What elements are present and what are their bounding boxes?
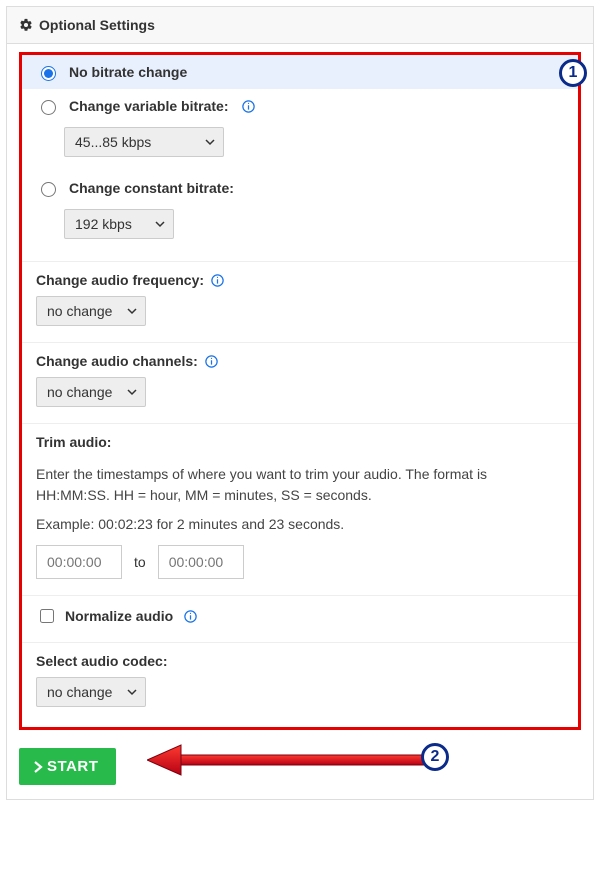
codec-select[interactable]: no change: [36, 677, 146, 707]
frequency-value: no change: [47, 303, 112, 319]
frequency-label: Change audio frequency:: [36, 272, 204, 288]
chevron-down-icon: [127, 306, 137, 316]
start-button-label: START: [47, 758, 98, 775]
normalize-label: Normalize audio: [65, 608, 173, 624]
normalize-checkbox[interactable]: [40, 609, 54, 623]
codec-label: Select audio codec:: [36, 653, 167, 669]
panel-header[interactable]: Optional Settings: [7, 7, 593, 44]
trim-to-input[interactable]: [158, 545, 244, 579]
frequency-select[interactable]: no change: [36, 296, 146, 326]
bitrate-variable-value: 45...85 kbps: [75, 134, 151, 150]
bitrate-constant-radio[interactable]: [41, 182, 56, 197]
bitrate-constant-label: Change constant bitrate:: [69, 180, 234, 196]
channels-label: Change audio channels:: [36, 353, 198, 369]
bitrate-variable-row[interactable]: Change variable bitrate:: [22, 89, 578, 123]
annotation-badge-2: 2: [421, 743, 449, 771]
channels-select[interactable]: no change: [36, 377, 146, 407]
start-button[interactable]: START: [19, 748, 116, 785]
chevron-down-icon: [127, 687, 137, 697]
trim-to-label: to: [134, 554, 146, 570]
chevron-down-icon: [127, 387, 137, 397]
bitrate-variable-radio[interactable]: [41, 100, 56, 115]
channels-value: no change: [47, 384, 112, 400]
chevron-down-icon: [155, 219, 165, 229]
chevron-down-icon: [205, 137, 215, 147]
bitrate-constant-select[interactable]: 192 kbps: [64, 209, 174, 239]
annotation-badge-1: 1: [559, 59, 587, 87]
info-icon[interactable]: [204, 354, 219, 369]
info-icon[interactable]: [210, 273, 225, 288]
bitrate-variable-select[interactable]: 45...85 kbps: [64, 127, 224, 157]
panel-title: Optional Settings: [39, 17, 155, 33]
trim-from-input[interactable]: [36, 545, 122, 579]
trim-label: Trim audio:: [36, 434, 111, 450]
bitrate-no-change-label: No bitrate change: [69, 64, 187, 80]
chevron-right-icon: [33, 761, 43, 773]
info-icon[interactable]: [183, 609, 198, 624]
highlight-region: No bitrate change Change variable bitrat…: [19, 52, 581, 730]
bitrate-no-change-row[interactable]: No bitrate change: [22, 55, 578, 89]
bitrate-constant-value: 192 kbps: [75, 216, 132, 232]
info-icon[interactable]: [241, 99, 256, 114]
bitrate-constant-row[interactable]: Change constant bitrate:: [22, 171, 578, 205]
bitrate-no-change-radio[interactable]: [41, 66, 56, 81]
gear-icon: [19, 18, 33, 32]
optional-settings-panel: Optional Settings 1 No bitrate change Ch…: [6, 6, 594, 800]
codec-value: no change: [47, 684, 112, 700]
bitrate-variable-label: Change variable bitrate:: [69, 98, 229, 114]
trim-help-1: Enter the timestamps of where you want t…: [36, 464, 564, 506]
annotation-arrow: [147, 743, 467, 777]
trim-help-2: Example: 00:02:23 for 2 minutes and 23 s…: [36, 514, 564, 535]
